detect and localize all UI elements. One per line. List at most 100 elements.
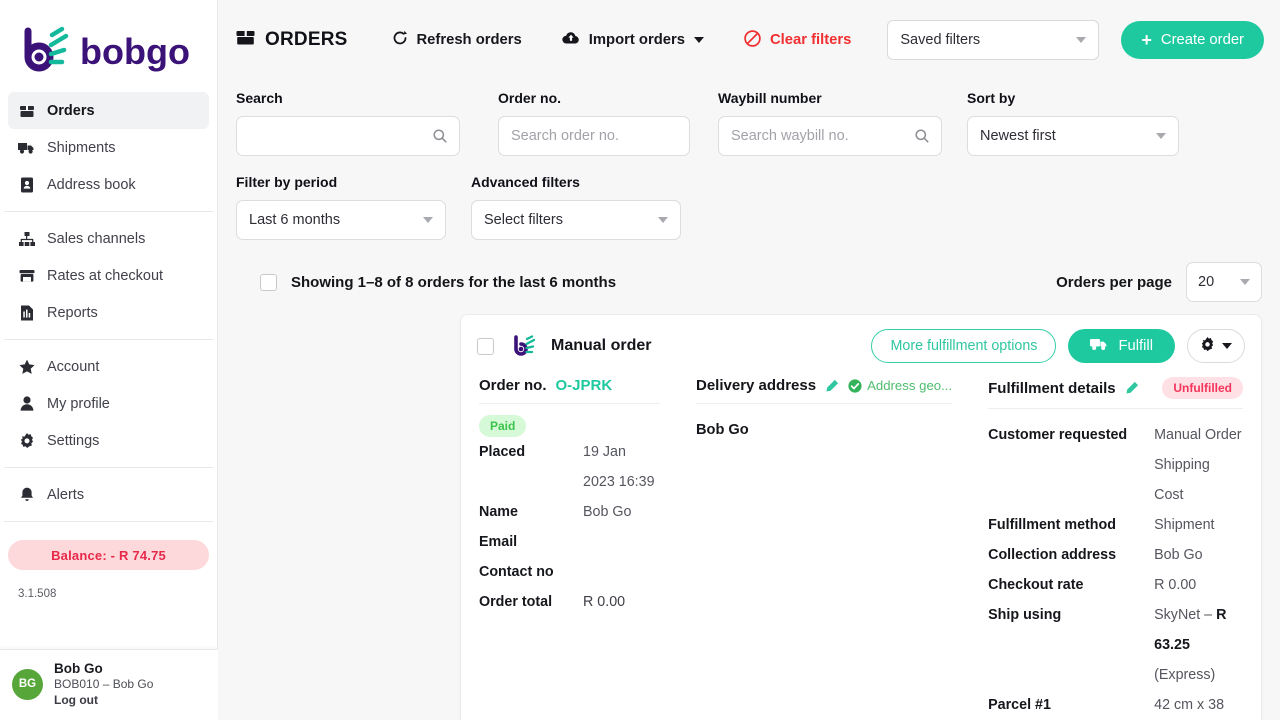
fulfillment-value: R 0.00 <box>1154 570 1196 600</box>
search-input[interactable] <box>249 128 425 144</box>
delivery-address-label: Delivery address <box>696 377 816 394</box>
sidebar-item-account[interactable]: Account <box>8 348 209 385</box>
advanced-filters-select[interactable]: Select filters <box>471 200 681 240</box>
sort-by-value: Newest first <box>980 128 1056 144</box>
detail-key: Contact no <box>479 557 583 587</box>
filter-advanced: Advanced filters Select filters <box>471 174 681 240</box>
refresh-orders-label: Refresh orders <box>417 32 522 48</box>
sidebar-item-address-book[interactable]: Address book <box>8 166 209 203</box>
order-card-body: Order no. O-JPRK Paid Placed 19 Jan 2023… <box>461 377 1261 720</box>
order-no-label: Order no. <box>498 90 690 106</box>
showing-text: Showing 1–8 of 8 orders for the last 6 m… <box>291 274 616 291</box>
fulfillment-key: Ship using <box>988 600 1154 690</box>
fulfillment-value: Shipment <box>1154 510 1214 540</box>
sidebar-item-reports[interactable]: Reports <box>8 294 209 331</box>
search-input-wrapper[interactable] <box>236 116 460 156</box>
order-select-checkbox[interactable] <box>477 338 494 355</box>
order-summary-column: Order no. O-JPRK Paid Placed 19 Jan 2023… <box>461 377 678 720</box>
sidebar-item-rates-at-checkout[interactable]: Rates at checkout <box>8 257 209 294</box>
sidebar-label: Shipments <box>47 140 116 156</box>
filter-period: Filter by period Last 6 months <box>236 174 446 240</box>
balance-badge[interactable]: Balance: - R 74.75 <box>8 540 209 570</box>
clear-filters-button[interactable]: Clear filters <box>744 30 851 51</box>
no-entry-icon <box>744 30 761 51</box>
filter-order-no: Order no. <box>498 90 690 156</box>
chevron-down-icon <box>1222 343 1232 349</box>
logout-link[interactable]: Log out <box>54 693 153 708</box>
gear-icon <box>18 432 35 449</box>
sidebar-label: My profile <box>47 396 110 412</box>
detail-key: Name <box>479 497 583 527</box>
import-orders-button[interactable]: Import orders <box>562 31 704 49</box>
order-card: Manual order More fulfillment options Fu… <box>460 314 1262 720</box>
filters-row-2: Filter by period Last 6 months Advanced … <box>236 174 1264 240</box>
list-header: Showing 1–8 of 8 orders for the last 6 m… <box>260 262 1262 302</box>
sidebar-label: Reports <box>47 305 98 321</box>
sidebar-label: Account <box>47 359 99 375</box>
order-settings-button[interactable] <box>1187 329 1245 363</box>
more-fulfillment-options-button[interactable]: More fulfillment options <box>871 329 1056 363</box>
advanced-filters-value: Select filters <box>484 212 563 228</box>
sidebar: bobgo Orders Shipments Address book <box>0 0 218 720</box>
sidebar-item-settings[interactable]: Settings <box>8 422 209 459</box>
order-no-input-wrapper[interactable] <box>498 116 690 156</box>
order-no-value[interactable]: O-JPRK <box>556 377 613 394</box>
refresh-icon <box>392 30 408 50</box>
fulfill-label: Fulfill <box>1118 338 1153 354</box>
order-no-input[interactable] <box>511 128 677 144</box>
period-select[interactable]: Last 6 months <box>236 200 446 240</box>
toolbar: ORDERS Refresh orders Import orders <box>218 0 1280 80</box>
search-icon <box>915 129 929 143</box>
orders-per-page-select[interactable]: 20 <box>1186 262 1262 302</box>
sidebar-item-alerts[interactable]: Alerts <box>8 476 209 513</box>
fulfillment-value: SkyNet – R 63.25 (Express) <box>1154 600 1243 690</box>
sidebar-item-sales-channels[interactable]: Sales channels <box>8 220 209 257</box>
orders-per-page-label: Orders per page <box>1056 274 1172 291</box>
create-order-button[interactable]: + Create order <box>1121 21 1264 59</box>
sidebar-item-orders[interactable]: Orders <box>8 92 209 129</box>
edit-pencil-icon[interactable] <box>1125 381 1139 395</box>
fulfill-button[interactable]: Fulfill <box>1068 329 1175 363</box>
fulfillment-row: Checkout rate R 0.00 <box>988 570 1243 600</box>
bobgo-mark-icon <box>512 335 538 357</box>
select-all-checkbox[interactable] <box>260 274 277 291</box>
sidebar-item-shipments[interactable]: Shipments <box>8 129 209 166</box>
waybill-input[interactable] <box>731 128 907 144</box>
sidebar-item-my-profile[interactable]: My profile <box>8 385 209 422</box>
gear-icon <box>1200 337 1215 355</box>
box-icon <box>18 102 35 119</box>
waybill-input-wrapper[interactable] <box>718 116 942 156</box>
order-actions: More fulfillment options Fulfill <box>871 329 1245 363</box>
sidebar-label: Orders <box>47 103 95 119</box>
address-geocoded-status: Address geo... <box>848 378 952 393</box>
create-order-label: Create order <box>1161 32 1244 48</box>
filter-waybill: Waybill number <box>718 90 942 156</box>
detail-key: Order total <box>479 587 583 617</box>
app-root: bobgo Orders Shipments Address book <box>0 0 1280 720</box>
detail-row: Order total R 0.00 <box>479 587 660 617</box>
sidebar-group-channels: Sales channels Rates at checkout Reports <box>0 220 217 331</box>
refresh-orders-button[interactable]: Refresh orders <box>392 30 522 50</box>
edit-pencil-icon[interactable] <box>825 379 839 393</box>
check-circle-icon <box>848 379 862 393</box>
delivery-address-heading: Delivery address Address geo... <box>696 377 952 404</box>
delivery-recipient-name: Bob Go <box>696 415 952 445</box>
cloud-upload-icon <box>562 31 580 49</box>
bobgo-logo[interactable]: bobgo <box>0 0 217 92</box>
sort-by-select[interactable]: Newest first <box>967 116 1179 156</box>
sidebar-label: Address book <box>47 177 136 193</box>
detail-value: R 0.00 <box>583 587 625 617</box>
orders-per-page: Orders per page 20 <box>1056 262 1262 302</box>
order-card-header: Manual order More fulfillment options Fu… <box>461 315 1261 377</box>
saved-filters-select[interactable]: Saved filters <box>887 20 1099 60</box>
advanced-filters-label: Advanced filters <box>471 174 681 190</box>
search-label: Search <box>236 90 460 106</box>
fulfillment-key: Parcel #1 <box>988 690 1154 720</box>
fulfillment-value: Manual Order Shipping Cost <box>1154 420 1243 510</box>
page-title-text: ORDERS <box>265 29 348 51</box>
star-icon <box>18 358 35 375</box>
order-no-heading: Order no. O-JPRK <box>479 377 660 404</box>
user-panel[interactable]: BG Bob Go BOB010 – Bob Go Log out <box>0 649 218 720</box>
detail-row: Placed 19 Jan 2023 16:39 <box>479 437 660 497</box>
fulfillment-key: Collection address <box>988 540 1154 570</box>
